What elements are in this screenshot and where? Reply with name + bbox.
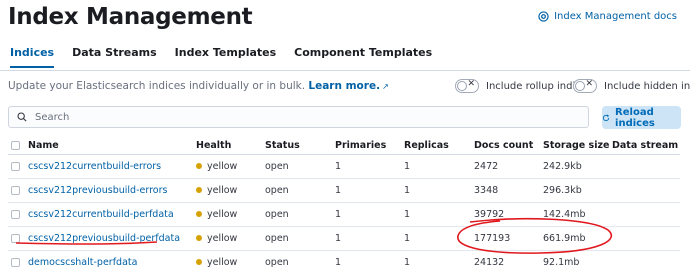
status-value: open — [265, 250, 335, 274]
storage-size-value: 661.9mb — [543, 226, 612, 251]
table-row: cscsv212previousbuild-errors yellow open… — [8, 178, 680, 203]
health-value: yellow — [207, 160, 238, 172]
health-status-dot — [196, 163, 202, 169]
index-name-link[interactable]: cscsv212currentbuild-errors — [28, 161, 161, 172]
hidden-toggle-label: Include hidden indices — [604, 80, 690, 92]
status-value: open — [265, 202, 335, 227]
tab-data-streams[interactable]: Data Streams — [72, 46, 157, 68]
replicas-value: 1 — [404, 154, 474, 179]
docs-count-value: 39792 — [474, 202, 543, 227]
health-status-dot — [196, 235, 202, 241]
search-icon — [17, 112, 27, 122]
primaries-value: 1 — [335, 202, 404, 227]
storage-size-value: 142.4mb — [543, 202, 612, 227]
storage-size-value: 296.3kb — [543, 178, 612, 203]
docs-count-value: 24132 — [474, 250, 543, 274]
column-header-status[interactable]: Status — [265, 137, 335, 155]
rollup-toggle-group: ✕ Include rollup indices — [455, 79, 592, 93]
indices-table: Name Health Status Primaries Replicas Do… — [8, 137, 680, 274]
row-select-cell — [8, 154, 28, 179]
row-checkbox[interactable] — [11, 209, 20, 219]
table-row: democscshalt-perfdata yellow open 1 1 24… — [8, 250, 680, 274]
data-stream-value — [612, 202, 680, 227]
column-header-replicas[interactable]: Replicas — [404, 137, 474, 155]
primaries-value: 1 — [335, 250, 404, 274]
replicas-value: 1 — [404, 202, 474, 227]
primaries-value: 1 — [335, 154, 404, 179]
health-value: yellow — [207, 184, 238, 196]
storage-size-value: 242.9kb — [543, 154, 612, 179]
row-select-cell — [8, 250, 28, 274]
tab-indices[interactable]: Indices — [10, 46, 55, 68]
description-text: Update your Elasticsearch indices indivi… — [8, 80, 309, 92]
column-header-docs-count[interactable]: Docs count — [474, 137, 543, 155]
replicas-value: 1 — [404, 250, 474, 274]
index-name-link[interactable]: democscshalt-perfdata — [28, 257, 137, 268]
docs-count-value: 177193 — [474, 226, 543, 251]
tab-bar: Indices Data Streams Index Templates Com… — [10, 46, 432, 68]
status-value: open — [265, 178, 335, 203]
docs-link-label: Index Management docs — [554, 11, 677, 22]
table-row: cscsv212currentbuild-errors yellow open … — [8, 154, 680, 179]
health-status-dot — [196, 211, 202, 217]
column-header-name[interactable]: Name — [28, 137, 196, 155]
page-description: Update your Elasticsearch indices indivi… — [8, 80, 389, 92]
status-value: open — [265, 154, 335, 179]
index-name-link[interactable]: cscsv212currentbuild-perfdata — [28, 209, 174, 220]
health-value: yellow — [207, 256, 238, 268]
search-input[interactable] — [35, 111, 575, 123]
health-value: yellow — [207, 208, 238, 220]
select-all-checkbox[interactable] — [11, 140, 20, 150]
primaries-value: 1 — [335, 178, 404, 203]
column-header-storage-size[interactable]: Storage size — [543, 137, 612, 155]
row-checkbox[interactable] — [11, 161, 20, 171]
rollup-toggle[interactable]: ✕ — [455, 79, 479, 93]
column-header-primaries[interactable]: Primaries — [335, 137, 404, 155]
index-name-link[interactable]: cscsv212previousbuild-errors — [28, 185, 167, 196]
tab-index-templates[interactable]: Index Templates — [175, 46, 276, 68]
data-stream-value — [612, 178, 680, 203]
row-select-cell — [8, 202, 28, 227]
docs-link[interactable]: Index Management docs — [538, 11, 677, 22]
learn-more-link[interactable]: Learn more. — [308, 80, 380, 92]
data-stream-value — [612, 154, 680, 179]
health-value: yellow — [207, 232, 238, 244]
reload-label: Reload indices — [615, 106, 655, 129]
external-link-icon: ↗ — [382, 82, 389, 91]
primaries-value: 1 — [335, 226, 404, 251]
tab-component-templates[interactable]: Component Templates — [294, 46, 432, 68]
docs-count-value: 2472 — [474, 154, 543, 179]
row-select-cell — [8, 178, 28, 203]
index-name-link[interactable]: cscsv212previousbuild-perfdata — [28, 233, 180, 244]
row-checkbox[interactable] — [11, 185, 20, 195]
storage-size-value: 92.1mb — [543, 250, 612, 274]
row-select-cell — [8, 226, 28, 251]
hidden-toggle-group: ✕ Include hidden indices — [573, 79, 690, 93]
hidden-toggle[interactable]: ✕ — [573, 79, 597, 93]
refresh-icon — [602, 114, 610, 121]
select-all-cell — [8, 137, 28, 155]
data-stream-value — [612, 226, 680, 251]
row-checkbox[interactable] — [11, 233, 20, 243]
status-value: open — [265, 226, 335, 251]
table-header-row: Name Health Status Primaries Replicas Do… — [8, 137, 680, 155]
column-header-data-stream[interactable]: Data stream — [612, 137, 680, 155]
book-icon — [538, 11, 549, 22]
reload-indices-button[interactable]: Reload indices — [602, 106, 681, 129]
table-row: cscsv212currentbuild-perfdata yellow ope… — [8, 202, 680, 227]
docs-count-value: 3348 — [474, 178, 543, 203]
tab-divider — [0, 70, 690, 71]
data-stream-value — [612, 250, 680, 274]
health-status-dot — [196, 187, 202, 193]
search-box — [8, 106, 589, 128]
page-title: Index Management — [8, 4, 253, 30]
replicas-value: 1 — [404, 226, 474, 251]
row-checkbox[interactable] — [11, 257, 20, 267]
replicas-value: 1 — [404, 178, 474, 203]
table-row: cscsv212previousbuild-perfdata yellow op… — [8, 226, 680, 251]
health-status-dot — [196, 259, 202, 265]
column-header-health[interactable]: Health — [196, 137, 265, 155]
